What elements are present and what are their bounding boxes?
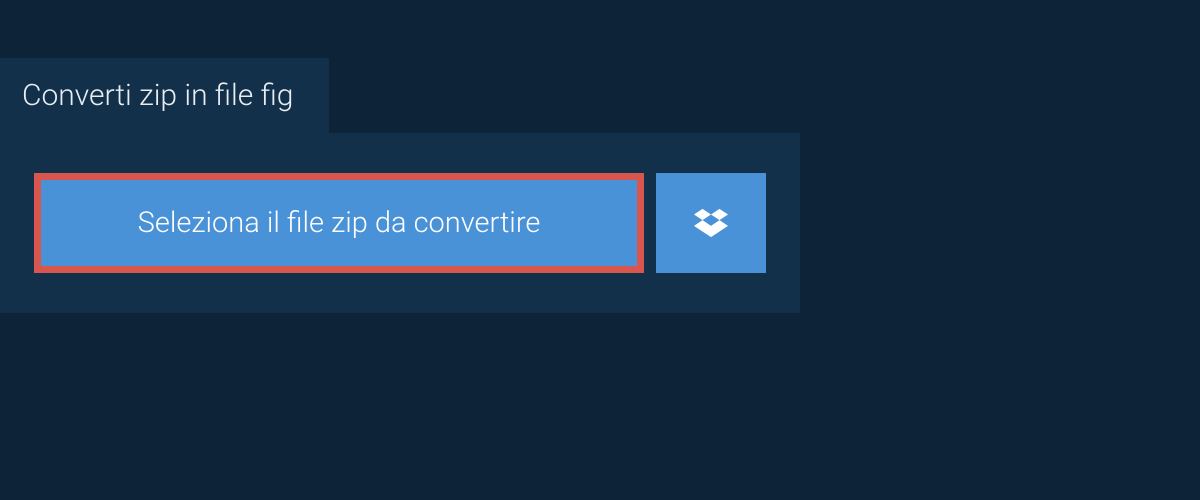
button-row: Seleziona il file zip da convertire (34, 173, 766, 273)
tab-title: Converti zip in file fig (22, 78, 293, 113)
dropbox-icon (694, 206, 728, 240)
conversion-panel: Seleziona il file zip da convertire (0, 133, 800, 313)
tab-active[interactable]: Converti zip in file fig (0, 58, 329, 133)
tab-bar: Converti zip in file fig (0, 0, 1200, 133)
select-file-button[interactable]: Seleziona il file zip da convertire (34, 173, 644, 273)
dropbox-button[interactable] (656, 173, 766, 273)
select-file-label: Seleziona il file zip da convertire (138, 206, 541, 240)
